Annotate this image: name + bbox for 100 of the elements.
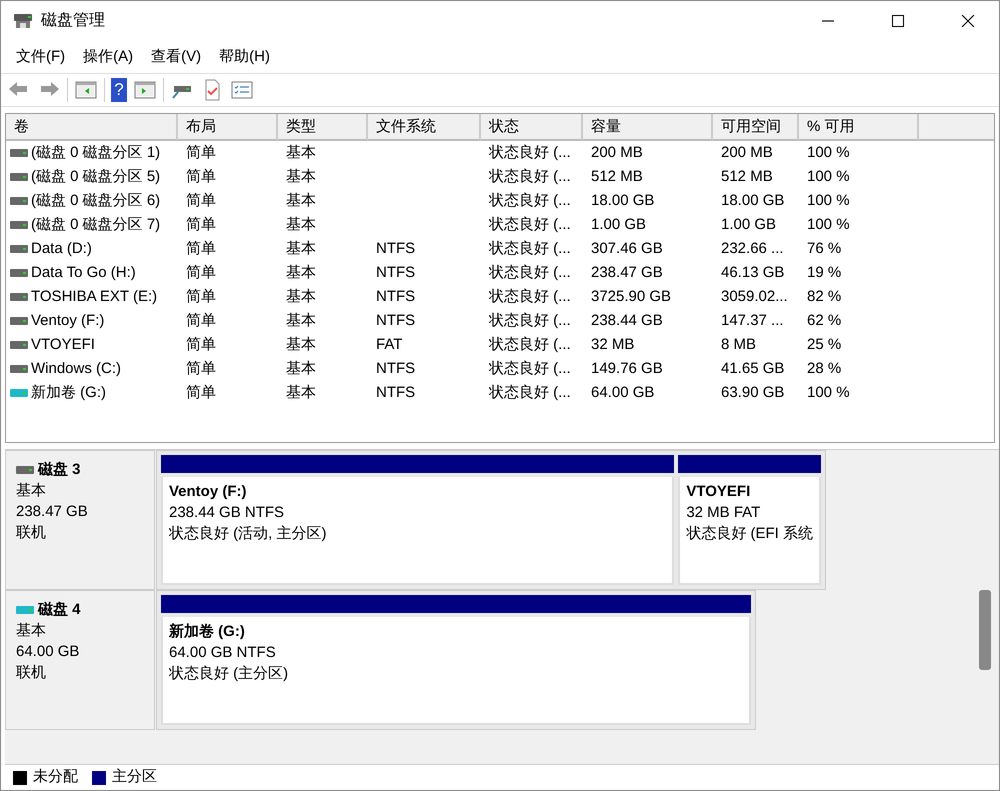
table-cell-text: 基本 [285,359,317,379]
partition-size: 238.44 GB NTFS [169,503,286,523]
table-cell-text: 简单 [185,383,217,403]
table-cell-text: 32 MB [590,335,636,355]
column-header[interactable]: 布局 [178,114,278,141]
table-cell-text: 状态良好 (... [488,359,572,379]
partition-body[interactable]: Ventoy (F:) 238.44 GB NTFS 状态良好 (活动, 主分区) [161,477,674,585]
table-cell-text: 基本 [285,383,317,403]
table-cell-text: NTFS [375,383,416,403]
table-cell-text: 18.00 GB [720,191,786,211]
disk-app-icon [13,12,33,30]
column-header[interactable]: 可用空间 [713,114,799,141]
partition-status: 状态良好 (EFI 系统 [686,524,813,544]
drive-icon [10,269,28,277]
volume-name: (磁盘 0 磁盘分区 1) [31,143,160,163]
table-cell-text: 简单 [185,311,217,331]
table-cell-text: 简单 [185,143,217,163]
table-cell-text: 基本 [285,263,317,283]
table-cell-text: 64.00 GB [590,383,656,403]
drive-icon [10,221,28,229]
table-cell-text: NTFS [375,287,416,307]
table-cell-text: 简单 [185,167,217,187]
table-cell-text: 147.37 ... [720,311,785,331]
table-cell-text: 状态良好 (... [488,287,572,307]
table-cell-text: 基本 [285,167,317,187]
window-title: 磁盘管理 [41,11,105,31]
menu-item[interactable]: 操作(A) [74,44,142,70]
table-cell-text: 简单 [185,359,217,379]
drive-icon [10,245,28,253]
table-cell-text: 3725.90 GB [590,287,672,307]
table-cell-text: 100 % [806,215,851,235]
volume-name: Data (D:) [31,239,92,259]
table-cell-text: 基本 [285,311,317,331]
table-cell-text: 简单 [185,215,217,235]
table-cell-text: 28 % [806,359,842,379]
table-cell-text: 状态良好 (... [488,143,572,163]
table-cell-text: NTFS [375,359,416,379]
column-header[interactable]: 文件系统 [368,114,481,141]
table-cell-text: 8 MB [720,335,758,355]
maximize-icon [891,15,905,27]
table-cell-text: 46.13 GB [720,263,786,283]
table-cell-text: 状态良好 (... [488,191,572,211]
partition-status: 状态良好 (活动, 主分区) [169,524,328,544]
menu-item[interactable]: 文件(F) [7,44,74,70]
table-cell-text: 307.46 GB [590,239,664,259]
drive-icon [10,341,28,349]
table-cell-text: 状态良好 (... [488,167,572,187]
column-header[interactable]: % 可用 [799,114,919,141]
table-cell-text: NTFS [375,263,416,283]
partition-body[interactable]: VTOYEFI 32 MB FAT 状态良好 (EFI 系统 [678,477,821,585]
table-cell-text: 62 % [806,311,842,331]
table-cell-text: 200 MB [590,143,644,163]
volume-name: (磁盘 0 磁盘分区 6) [31,191,160,211]
partition-size: 32 MB FAT [686,503,762,523]
partition-title: VTOYEFI [686,482,752,502]
help-button[interactable]: ? [111,78,127,102]
table-cell-text: 基本 [285,287,317,307]
table-cell-text: 238.44 GB [590,311,664,331]
table-cell-text: 状态良好 (... [488,383,572,403]
table-cell-text: 63.90 GB [720,383,786,403]
table-cell-text: 3059.02... [720,287,789,307]
table-cell-text: 基本 [285,335,317,355]
table-cell-text: 19 % [806,263,842,283]
table-cell-text: 基本 [285,215,317,235]
table-cell-text: 1.00 GB [590,215,648,235]
column-header[interactable]: 类型 [278,114,368,141]
drive-icon [10,149,28,157]
scrollbar-thumb[interactable] [979,590,991,670]
table-cell-text: 76 % [806,239,842,259]
menu-item[interactable]: 查看(V) [142,44,210,70]
drive-icon [10,317,28,325]
volume-name: Windows (C:) [31,359,122,379]
table-cell-text: 状态良好 (... [488,263,572,283]
partition-body[interactable]: 新加卷 (G:) 64.00 GB NTFS 状态良好 (主分区) [161,617,751,725]
menu-item[interactable]: 帮助(H) [210,44,279,70]
table-cell-text: 基本 [285,143,317,163]
partition-size: 64.00 GB NTFS [169,643,277,663]
volume-name: 新加卷 (G:) [31,383,106,403]
table-cell-text: 基本 [285,239,317,259]
table-cell-text: 状态良好 (... [488,335,572,355]
disk-name: 磁盘 4 [38,600,81,620]
column-header[interactable]: 容量 [583,114,713,141]
column-header[interactable]: 状态 [481,114,583,141]
column-header[interactable]: 卷 [6,114,178,141]
table-cell-text: 状态良好 (... [488,311,572,331]
table-cell-text: 状态良好 (... [488,239,572,259]
table-cell-text: FAT [375,335,404,355]
table-cell-text: 简单 [185,239,217,259]
table-cell-text: 简单 [185,191,217,211]
table-cell-text: NTFS [375,239,416,259]
table-cell-text: 82 % [806,287,842,307]
disk-name: 磁盘 3 [38,460,81,480]
table-cell-text: 100 % [806,167,851,187]
table-cell-text: 18.00 GB [590,191,656,211]
drive-icon [10,389,28,397]
drive-icon [10,365,28,373]
legend-label: 未分配 [33,767,78,788]
table-cell-text: 41.65 GB [720,359,786,379]
close-icon [961,15,975,27]
table-cell-text: 简单 [185,335,217,355]
